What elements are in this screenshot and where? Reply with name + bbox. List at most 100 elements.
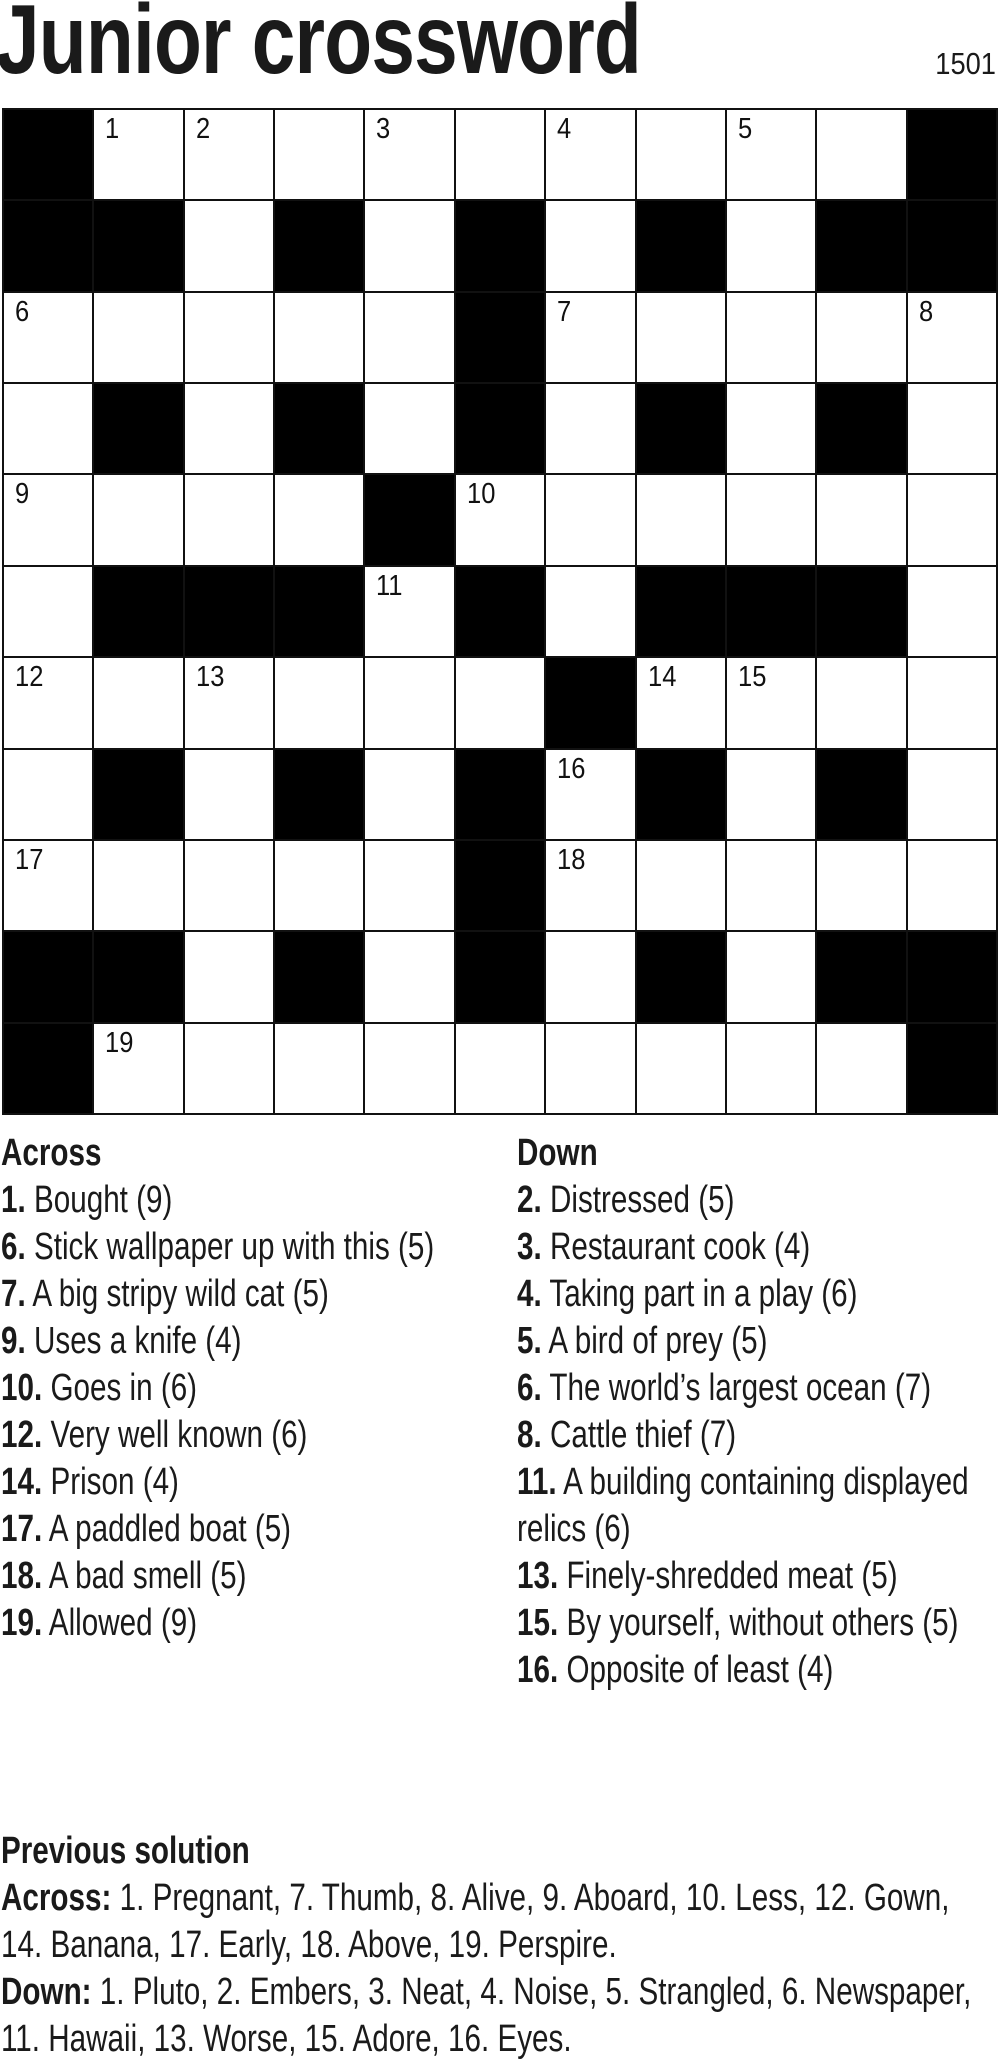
black-square [455,840,545,931]
answer-cell[interactable] [726,292,816,383]
black-square [275,932,364,1022]
answer-cell[interactable] [365,1023,454,1113]
answer-cell[interactable] [546,1023,635,1113]
answer-cell[interactable] [726,840,816,931]
answer-cell[interactable] [726,932,816,1022]
down-heading: Down [517,1132,598,1174]
answer-cell[interactable] [184,384,274,474]
answer-cell[interactable] [275,475,364,565]
black-square [546,658,635,748]
answer-cell[interactable] [275,1023,364,1113]
answer-cell[interactable]: 9 [4,475,93,565]
answer-cell[interactable] [4,566,93,657]
answer-cell[interactable] [184,840,274,931]
answer-cell[interactable]: 2 [184,110,274,200]
answer-cell[interactable]: 19 [94,1023,183,1113]
answer-cell[interactable] [817,475,906,565]
answer-cell[interactable] [817,1023,906,1113]
answer-cell[interactable]: 11 [365,566,454,657]
answer-cell[interactable] [184,1023,274,1113]
down-clue: 16. Opposite of least (4) [517,1647,997,1694]
answer-cell[interactable]: 15 [726,658,816,748]
clue-number-label: 14. [1,1461,43,1503]
clue-text: Opposite of least (4) [566,1649,834,1691]
answer-cell[interactable] [365,749,454,839]
black-square [455,932,545,1022]
answer-cell[interactable]: 5 [726,110,816,200]
answer-cell[interactable] [636,292,725,383]
answer-cell[interactable] [94,475,183,565]
answer-cell[interactable] [94,292,183,383]
answer-cell[interactable] [455,110,545,200]
answer-cell[interactable] [365,292,454,383]
answer-cell[interactable]: 13 [184,658,274,748]
answer-cell[interactable]: 14 [636,658,725,748]
answer-cell[interactable] [907,840,996,931]
answer-cell[interactable] [907,475,996,565]
answer-cell[interactable] [726,201,816,291]
answer-cell[interactable] [546,384,635,474]
black-square [94,566,183,657]
answer-cell[interactable] [365,840,454,931]
answer-cell[interactable] [907,566,996,657]
answer-cell[interactable] [636,840,725,931]
answer-cell[interactable]: 8 [907,292,996,383]
black-square [455,384,545,474]
previous-down-text: 1. Pluto, 2. Embers, 3. Neat, 4. Noise, … [1,1971,972,2060]
answer-cell[interactable] [184,201,274,291]
answer-cell[interactable] [726,749,816,839]
answer-cell[interactable]: 10 [455,475,545,565]
answer-cell[interactable] [455,658,545,748]
answer-cell[interactable] [726,384,816,474]
answer-cell[interactable] [184,749,274,839]
answer-cell[interactable] [907,749,996,839]
clue-text: A big stripy wild cat (5) [32,1273,329,1315]
answer-cell[interactable] [726,1023,816,1113]
answer-cell[interactable] [546,566,635,657]
answer-cell[interactable] [907,384,996,474]
answer-cell[interactable]: 17 [4,840,93,931]
answer-cell[interactable] [184,932,274,1022]
answer-cell[interactable]: 7 [546,292,635,383]
answer-cell[interactable] [275,840,364,931]
answer-cell[interactable]: 6 [4,292,93,383]
answer-cell[interactable] [636,110,725,200]
answer-cell[interactable] [94,658,183,748]
answer-cell[interactable] [365,384,454,474]
answer-cell[interactable] [184,292,274,383]
answer-cell[interactable]: 16 [546,749,635,839]
answer-cell[interactable] [546,932,635,1022]
clue-text: Taking part in a play (6) [549,1273,858,1315]
answer-cell[interactable] [455,1023,545,1113]
answer-cell[interactable]: 3 [365,110,454,200]
black-square [365,475,454,565]
answer-cell[interactable] [817,840,906,931]
answer-cell[interactable] [817,110,906,200]
answer-cell[interactable] [365,201,454,291]
answer-cell[interactable] [275,292,364,383]
across-heading: Across [1,1132,102,1174]
answer-cell[interactable] [907,658,996,748]
answer-cell[interactable] [275,658,364,748]
answer-cell[interactable] [365,658,454,748]
answer-cell[interactable] [546,475,635,565]
answer-cell[interactable]: 12 [4,658,93,748]
answer-cell[interactable] [636,1023,725,1113]
black-square [726,566,816,657]
answer-cell[interactable] [4,749,93,839]
answer-cell[interactable] [726,475,816,565]
down-clue: 3. Restaurant cook (4) [517,1224,997,1271]
answer-cell[interactable]: 4 [546,110,635,200]
answer-cell[interactable] [184,475,274,565]
answer-cell[interactable] [94,840,183,931]
answer-cell[interactable] [365,932,454,1022]
answer-cell[interactable]: 1 [94,110,183,200]
answer-cell[interactable]: 18 [546,840,635,931]
answer-cell[interactable] [275,110,364,200]
answer-cell[interactable] [546,201,635,291]
answer-cell[interactable] [817,292,906,383]
answer-cell[interactable] [817,658,906,748]
answer-cell[interactable] [636,475,725,565]
answer-cell[interactable] [4,384,93,474]
across-clues: Across 1. Bought (9) 6. Stick wallpaper u… [1,1130,463,1647]
